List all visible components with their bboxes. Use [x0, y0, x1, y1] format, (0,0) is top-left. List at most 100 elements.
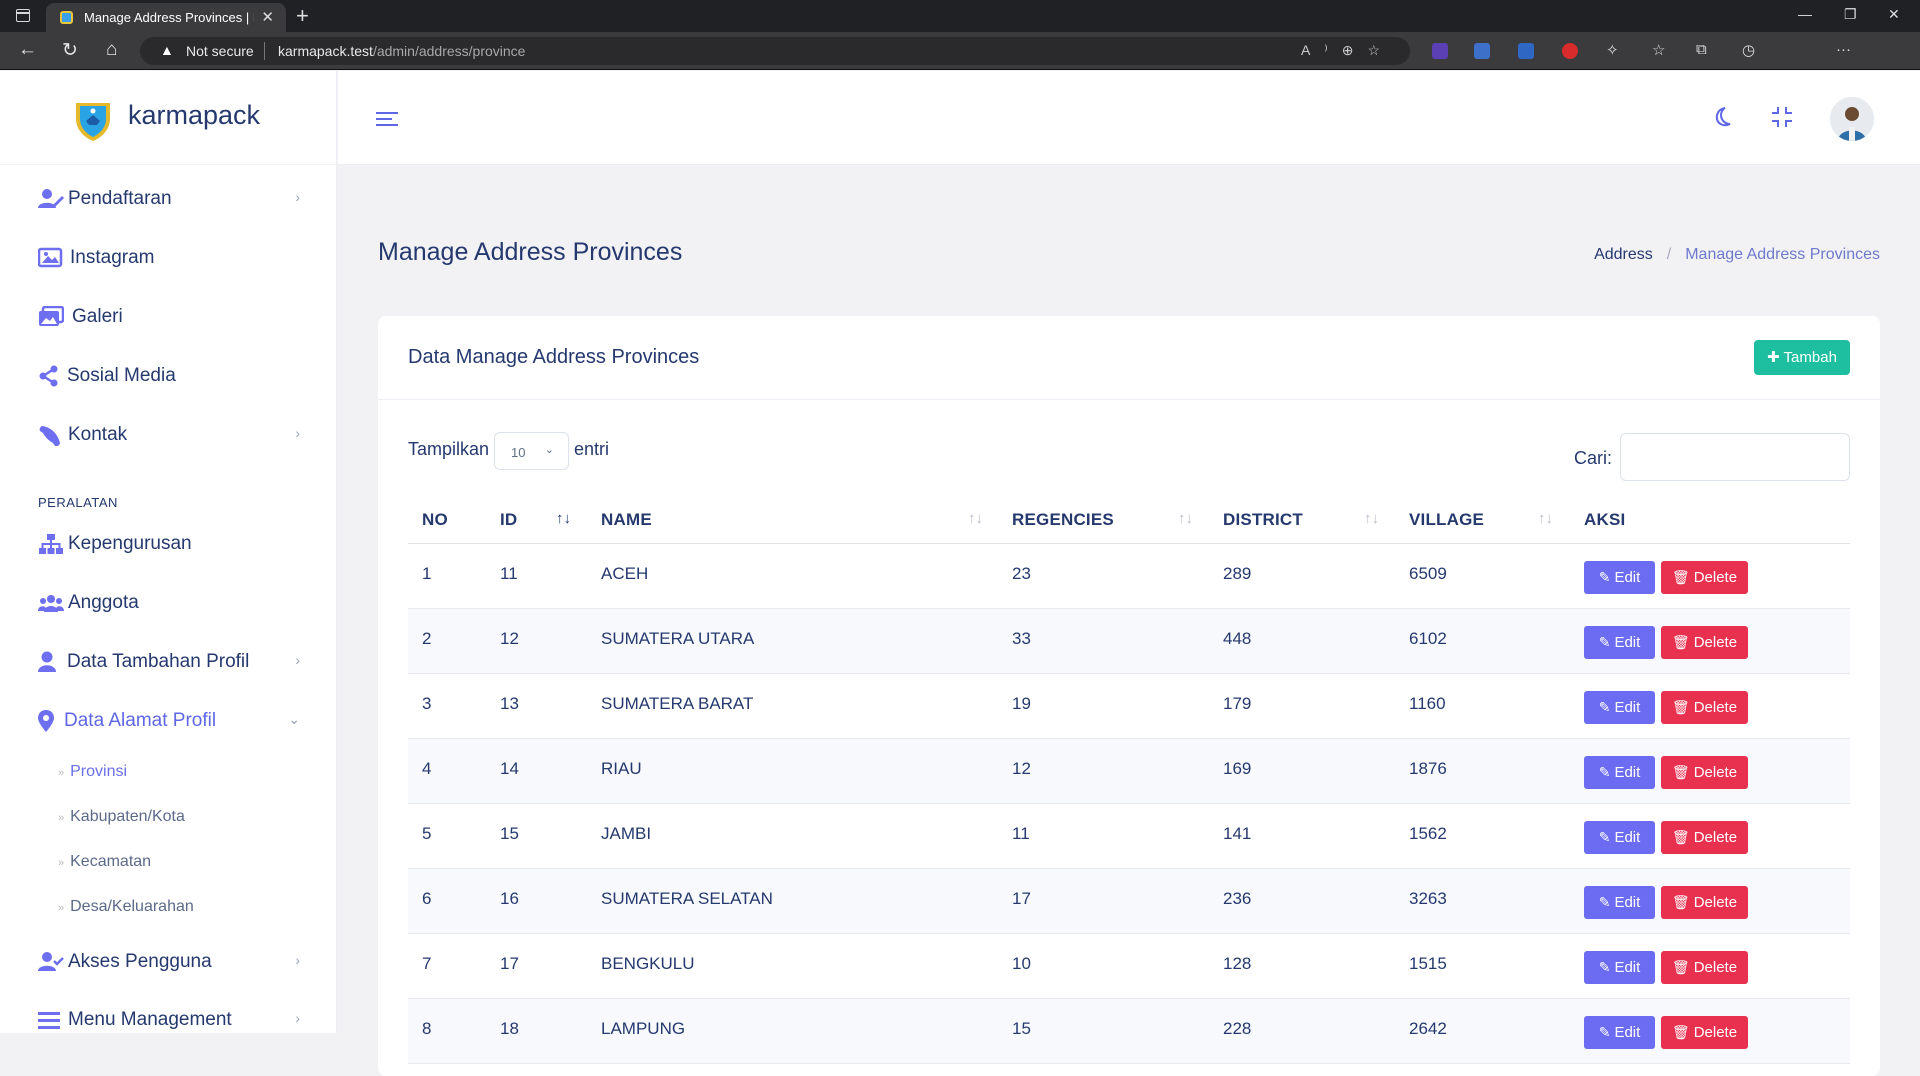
favorites-icon[interactable]: ☆: [1652, 41, 1665, 59]
dark-mode-moon-icon[interactable]: [1710, 105, 1734, 129]
sidebar-item-kontak[interactable]: Kontak ›: [38, 421, 300, 451]
edit-button[interactable]: ✎ Edit: [1584, 821, 1655, 854]
sidebar-item-data-tambahan-profil[interactable]: Data Tambahan Profil ›: [38, 648, 300, 678]
sidebar-toggle-icon[interactable]: [376, 112, 398, 128]
home-icon[interactable]: ⌂: [106, 39, 117, 61]
sort-asc-icon[interactable]: ↑↓: [556, 510, 571, 527]
warning-icon: ▲: [160, 42, 174, 58]
images-icon: [39, 306, 64, 326]
window-menu-icon[interactable]: [16, 9, 30, 22]
table-row: 8 18 LAMPUNG 15 228 2642 ✎ Edit 🗑 Delete: [408, 999, 1850, 1064]
delete-button[interactable]: 🗑 Delete: [1661, 561, 1748, 594]
karmapack-logo: [76, 103, 110, 141]
sidebar-item-galeri[interactable]: Galeri: [38, 303, 300, 333]
translate-icon[interactable]: [1474, 43, 1490, 59]
card-title: Data Manage Address Provinces: [408, 346, 700, 368]
column-header-village[interactable]: VILLAGE: [1409, 510, 1484, 530]
sort-icon[interactable]: ↑↓: [1538, 510, 1553, 527]
users-icon: [38, 595, 64, 612]
chevron-right-icon: ›: [295, 1010, 300, 1026]
table-row: 3 13 SUMATERA BARAT 19 179 1160 ✎ Edit 🗑 D…: [408, 674, 1850, 739]
column-header-regencies[interactable]: REGENCIES: [1012, 510, 1114, 530]
brand-name[interactable]: karmapack: [128, 100, 260, 131]
history-icon[interactable]: ◷: [1742, 41, 1755, 59]
reload-icon[interactable]: ↻: [62, 39, 78, 62]
extension-icon[interactable]: [1518, 43, 1534, 59]
url-action-icons[interactable]: A⁾⊕☆: [1301, 42, 1394, 59]
user-avatar[interactable]: [1830, 97, 1874, 141]
sidebar-item-anggota[interactable]: Anggota: [38, 589, 300, 619]
address-toolbar: ← ↻ ⌂ ▲ Not secure karmapack.test/admin/…: [0, 32, 1920, 95]
close-tab-icon[interactable]: ✕: [261, 8, 274, 26]
trash-icon: 🗑: [1671, 894, 1690, 910]
trash-icon: 🗑: [1671, 634, 1690, 650]
search-input[interactable]: [1620, 433, 1850, 481]
sidebar-subitem-kecamatan[interactable]: » Kecamatan: [58, 853, 151, 871]
collections-icon[interactable]: ⧉: [1696, 41, 1707, 58]
delete-button[interactable]: 🗑 Delete: [1661, 886, 1748, 919]
extension-icon[interactable]: [1432, 43, 1448, 59]
browser-tab-bar: Manage Address Provinces | Karmapack ✕ +…: [0, 0, 1920, 32]
edit-button[interactable]: ✎ Edit: [1584, 561, 1655, 594]
minimize-icon[interactable]: —: [1798, 6, 1812, 22]
back-icon[interactable]: ←: [18, 39, 37, 61]
delete-button[interactable]: 🗑 Delete: [1661, 756, 1748, 789]
length-label: Tampilkan: [408, 439, 490, 459]
edit-button[interactable]: ✎ Edit: [1584, 886, 1655, 919]
edit-button[interactable]: ✎ Edit: [1584, 756, 1655, 789]
trash-icon: 🗑: [1671, 829, 1690, 845]
sidebar-item-akses-pengguna[interactable]: Akses Pengguna ›: [38, 948, 300, 978]
url-bar[interactable]: ▲ Not secure karmapack.test/admin/addres…: [140, 37, 1410, 65]
edit-icon: ✎: [1598, 699, 1611, 715]
delete-button[interactable]: 🗑 Delete: [1661, 626, 1748, 659]
close-window-icon[interactable]: ✕: [1888, 6, 1900, 23]
data-card: Data Manage Address Provinces ✚ Tambah T…: [378, 316, 1880, 1076]
more-menu-icon[interactable]: ···: [1836, 41, 1851, 58]
map-pin-icon: [38, 710, 54, 732]
top-navbar: [338, 71, 1920, 165]
chevron-right-icon: ›: [295, 425, 300, 441]
delete-button[interactable]: 🗑 Delete: [1661, 821, 1748, 854]
delete-button[interactable]: 🗑 Delete: [1661, 691, 1748, 724]
column-header-no[interactable]: NO: [422, 510, 448, 530]
trash-icon: 🗑: [1671, 1024, 1690, 1040]
chevron-right-icon: ›: [295, 952, 300, 968]
url-text: karmapack.test/admin/address/province: [278, 43, 526, 59]
sort-icon[interactable]: ↑↓: [968, 510, 983, 527]
edit-button[interactable]: ✎ Edit: [1584, 626, 1655, 659]
new-tab-icon[interactable]: +: [296, 3, 309, 29]
sidebar-item-instagram[interactable]: Instagram: [38, 244, 300, 274]
sidebar-subitem-desa[interactable]: » Desa/Keluarahan: [58, 898, 194, 916]
sort-icon[interactable]: ↑↓: [1178, 510, 1193, 527]
sort-icon[interactable]: ↑↓: [1364, 510, 1379, 527]
sidebar-item-data-alamat-profil[interactable]: Data Alamat Profil ⌄: [38, 707, 300, 737]
column-header-district[interactable]: DISTRICT: [1223, 510, 1303, 530]
entries-per-page-select[interactable]: 10 ⌄: [494, 432, 569, 470]
table-header: NO ID ↑↓ NAME ↑↓ REGENCIES ↑↓ DISTRICT ↑…: [408, 496, 1850, 544]
browser-tab[interactable]: Manage Address Provinces | Karmapack ✕: [46, 3, 286, 32]
sidebar-subitem-kabupaten[interactable]: » Kabupaten/Kota: [58, 808, 185, 826]
add-button[interactable]: ✚ Tambah: [1754, 340, 1850, 375]
extensions-puzzle-icon[interactable]: ✧: [1606, 41, 1619, 59]
edit-button[interactable]: ✎ Edit: [1584, 691, 1655, 724]
delete-button[interactable]: 🗑 Delete: [1661, 951, 1748, 984]
restore-icon[interactable]: ❐: [1844, 6, 1857, 23]
sidebar-item-sosial-media[interactable]: Sosial Media: [38, 362, 300, 392]
sidebar-item-pendaftaran[interactable]: Pendaftaran ›: [38, 185, 300, 215]
edit-button[interactable]: ✎ Edit: [1584, 951, 1655, 984]
column-header-name[interactable]: NAME: [601, 510, 652, 530]
edit-icon: ✎: [1598, 569, 1611, 585]
sidebar-item-menu-management[interactable]: Menu Management ›: [38, 1006, 300, 1033]
sidebar-item-kepengurusan[interactable]: Kepengurusan: [38, 530, 300, 560]
extension-icon[interactable]: [1562, 43, 1578, 59]
sidebar-subitem-provinsi[interactable]: » Provinsi: [58, 763, 127, 781]
section-label: PERALATAN: [38, 495, 118, 510]
chevron-right-icon: ›: [295, 189, 300, 205]
breadcrumb: Address / Manage Address Provinces: [1594, 246, 1880, 263]
edit-icon: ✎: [1598, 829, 1611, 845]
breadcrumb-item[interactable]: Address: [1594, 246, 1653, 263]
exit-fullscreen-icon[interactable]: [1770, 105, 1794, 129]
column-header-id[interactable]: ID: [500, 510, 517, 530]
trash-icon: 🗑: [1671, 959, 1690, 975]
user-edit-icon: [38, 189, 64, 208]
